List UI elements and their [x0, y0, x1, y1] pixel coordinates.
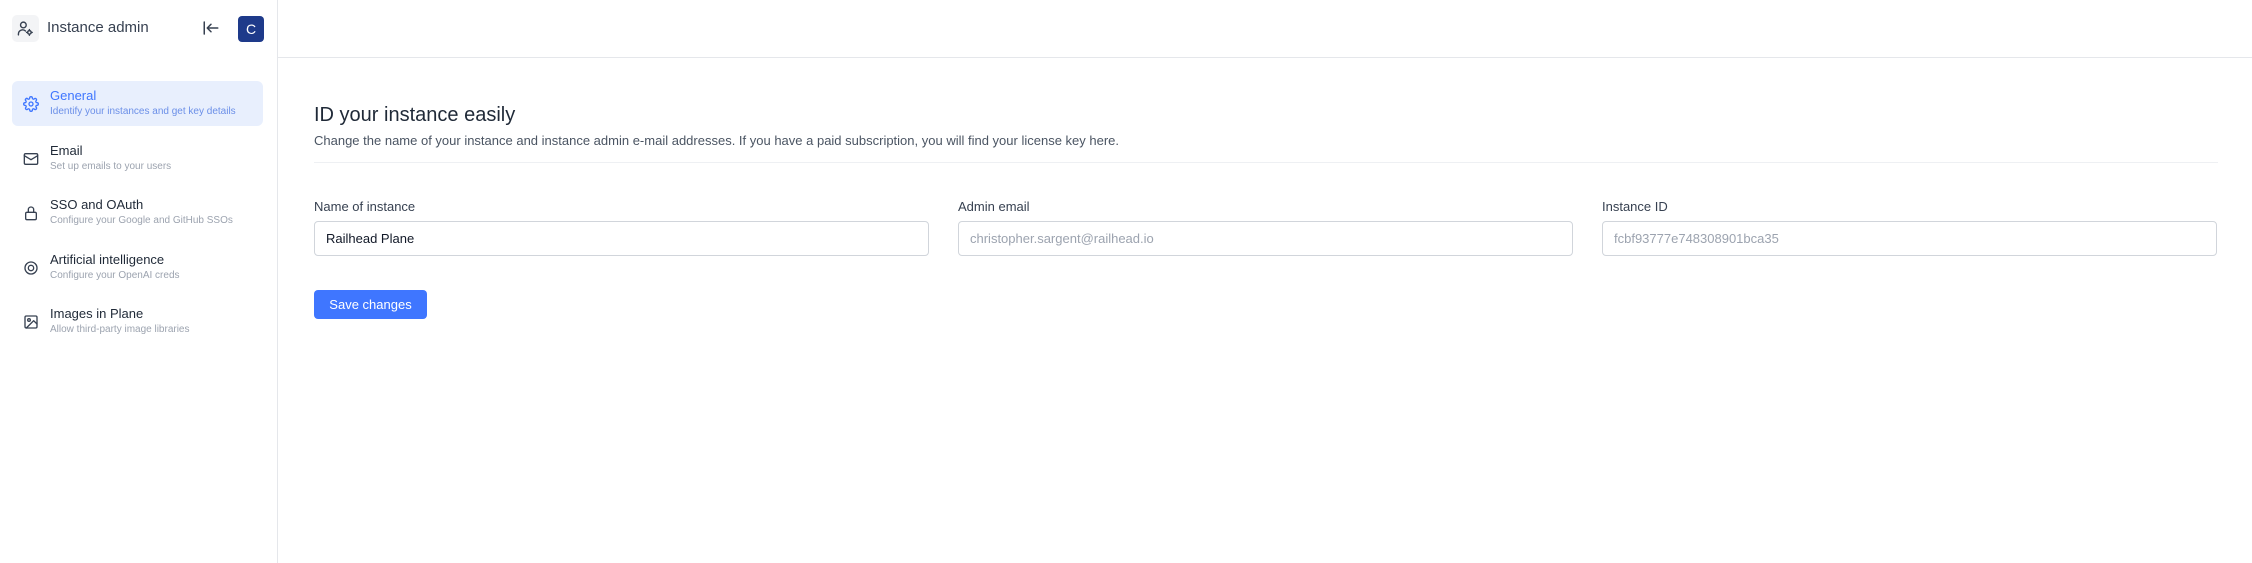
instance-id-input	[1602, 221, 2217, 256]
sidebar-item-label: Artificial intelligence	[50, 251, 165, 267]
sidebar-item-description: Allow third-party image libraries	[50, 324, 190, 335]
divider	[314, 162, 2218, 163]
sidebar-item-description: Identify your instances and get key deta…	[50, 106, 236, 117]
sidebar-item-label: General	[50, 88, 97, 103]
gear-icon	[22, 95, 40, 113]
app-title: Instance admin	[47, 19, 149, 36]
sidebar-item-general[interactable]: General Identify your instances and get …	[12, 81, 263, 126]
save-changes-button[interactable]: Save changes	[314, 290, 427, 319]
sidebar-item-email[interactable]: Email Set up emails to your users	[12, 136, 263, 181]
user-settings-icon	[12, 15, 39, 42]
top-bar	[278, 0, 2252, 58]
mail-icon	[22, 150, 40, 168]
instance-id-label: Instance ID	[1602, 199, 1668, 214]
page-title: ID your instance easily	[314, 104, 516, 126]
instance-name-label: Name of instance	[314, 199, 416, 214]
sidebar-item-label: SSO and OAuth	[50, 197, 144, 212]
image-icon	[22, 313, 40, 331]
sidebar-header: Instance admin C	[0, 0, 277, 58]
sidebar-nav: General Identify your instances and get …	[12, 81, 263, 354]
sidebar-item-description: Configure your OpenAI creds	[50, 269, 180, 281]
logout-button[interactable]	[198, 15, 224, 41]
page-subtitle: Change the name of your instance and ins…	[314, 133, 1120, 148]
sidebar-item-images[interactable]: Images in Plane Allow third-party image …	[12, 299, 263, 344]
instance-name-input[interactable]	[314, 221, 929, 256]
admin-email-field-group: Admin email	[958, 199, 1573, 256]
admin-email-input	[958, 221, 1573, 256]
sidebar-item-label: Images in Plane	[50, 306, 144, 321]
logout-icon	[203, 21, 219, 35]
sidebar-item-description: Configure your Google and GitHub SSOs	[50, 215, 233, 226]
sidebar-item-label: Email	[50, 142, 83, 158]
admin-email-label: Admin email	[958, 199, 1030, 214]
lock-icon	[22, 204, 40, 222]
instance-id-field-group: Instance ID	[1602, 199, 2217, 256]
sidebar-item-description: Set up emails to your users	[50, 160, 172, 172]
ai-icon	[22, 259, 40, 277]
sidebar: Instance admin C General Identify your i…	[0, 0, 278, 563]
user-avatar[interactable]: C	[238, 16, 264, 42]
sidebar-item-artificial-intelligence[interactable]: Artificial intelligence Configure your O…	[12, 245, 263, 290]
sidebar-item-sso-oauth[interactable]: SSO and OAuth Configure your Google and …	[12, 190, 263, 235]
instance-name-field-group: Name of instance	[314, 199, 929, 256]
